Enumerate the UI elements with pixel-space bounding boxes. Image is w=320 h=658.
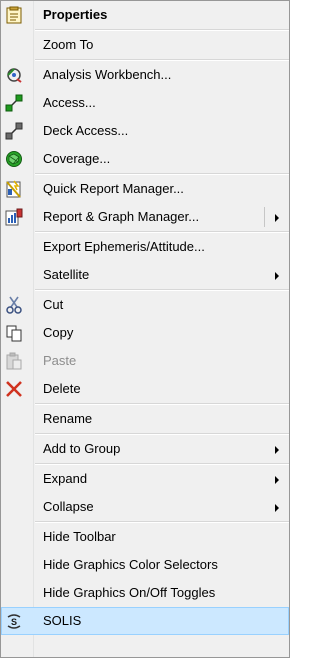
menu-item-satellite[interactable]: Satellite [1, 261, 289, 289]
context-menu: Properties Zoom To Analysis Workbench... [0, 0, 290, 658]
menu-item-deck-access[interactable]: Deck Access... [1, 117, 289, 145]
menu-item-label: Copy [43, 325, 74, 340]
menu-item-label: SOLIS [43, 613, 82, 628]
menu-item-label: Zoom To [43, 37, 94, 52]
menu-item-quick-report-manager[interactable]: Quick Report Manager... [1, 175, 289, 203]
svg-text:S: S [11, 617, 17, 627]
menu-item-label: Expand [43, 471, 88, 486]
deck-access-icon [5, 122, 23, 140]
access-icon [5, 94, 23, 112]
menu-item-label: Satellite [43, 267, 90, 282]
menu-items: Properties Zoom To Analysis Workbench... [1, 1, 289, 635]
menu-item-report-graph-manager[interactable]: Report & Graph Manager... [1, 203, 289, 231]
submenu-arrow-icon [275, 214, 279, 222]
menu-item-hide-toolbar[interactable]: Hide Toolbar [1, 523, 289, 551]
menu-item-access[interactable]: Access... [1, 89, 289, 117]
submenu-arrow-icon [275, 476, 279, 484]
menu-item-label: Delete [43, 381, 81, 396]
menu-item-label: Coverage... [43, 151, 111, 166]
menu-item-coverage[interactable]: Coverage... [1, 145, 289, 173]
menu-item-copy[interactable]: Copy [1, 319, 289, 347]
menu-item-label: Properties [43, 7, 108, 22]
quick-report-icon [5, 180, 23, 198]
delete-x-icon [5, 380, 23, 398]
menu-item-label: Hide Toolbar [43, 529, 116, 544]
menu-item-zoom-to[interactable]: Zoom To [1, 31, 289, 59]
menu-item-label: Cut [43, 297, 64, 312]
menu-item-label: Add to Group [43, 441, 121, 456]
properties-icon [5, 6, 23, 24]
menu-item-label: Paste [43, 353, 77, 368]
menu-item-label: Hide Graphics On/Off Toggles [43, 585, 216, 600]
menu-item-add-to-group[interactable]: Add to Group [1, 435, 289, 463]
menu-item-label: Report & Graph Manager... [43, 209, 200, 224]
menu-item-paste[interactable]: Paste [1, 347, 289, 375]
menu-item-properties[interactable]: Properties [1, 1, 289, 29]
scissors-icon [5, 296, 23, 314]
menu-item-label: Collapse [43, 499, 94, 514]
submenu-divider [264, 207, 265, 227]
copy-icon [5, 324, 23, 342]
paste-icon [5, 352, 23, 370]
menu-item-collapse[interactable]: Collapse [1, 493, 289, 521]
menu-item-label: Hide Graphics Color Selectors [43, 557, 218, 572]
menu-item-analysis-workbench[interactable]: Analysis Workbench... [1, 61, 289, 89]
menu-item-cut[interactable]: Cut [1, 291, 289, 319]
report-graph-icon [5, 208, 23, 226]
menu-item-label: Quick Report Manager... [43, 181, 184, 196]
menu-item-hide-onoff-toggles[interactable]: Hide Graphics On/Off Toggles [1, 579, 289, 607]
submenu-arrow-icon [275, 272, 279, 280]
solis-icon: S [5, 612, 23, 630]
menu-item-hide-color-selectors[interactable]: Hide Graphics Color Selectors [1, 551, 289, 579]
menu-item-label: Analysis Workbench... [43, 67, 172, 82]
menu-item-delete[interactable]: Delete [1, 375, 289, 403]
submenu-arrow-icon [275, 504, 279, 512]
submenu-arrow-icon [275, 446, 279, 454]
menu-item-solis[interactable]: S SOLIS [1, 607, 289, 635]
menu-item-label: Deck Access... [43, 123, 129, 138]
menu-item-expand[interactable]: Expand [1, 465, 289, 493]
menu-item-label: Rename [43, 411, 93, 426]
analysis-workbench-icon [5, 66, 23, 84]
menu-item-export-ephemeris[interactable]: Export Ephemeris/Attitude... [1, 233, 289, 261]
menu-item-label: Export Ephemeris/Attitude... [43, 239, 205, 254]
menu-item-label: Access... [43, 95, 96, 110]
menu-item-rename[interactable]: Rename [1, 405, 289, 433]
coverage-icon [5, 150, 23, 168]
